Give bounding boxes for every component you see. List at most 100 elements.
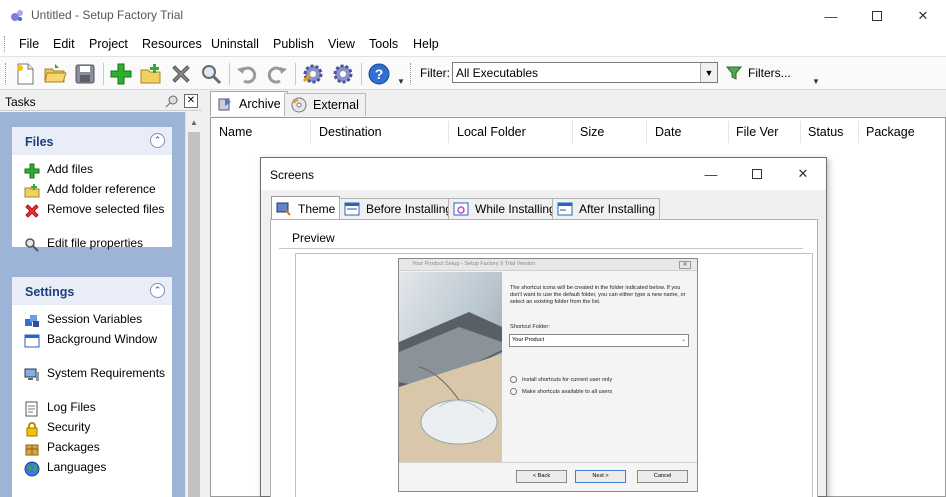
add-icon xyxy=(110,63,132,85)
tab-archive[interactable]: Archive xyxy=(210,91,288,116)
menu-file[interactable]: File xyxy=(19,37,39,51)
redo-icon xyxy=(267,66,287,84)
menu-help[interactable]: Help xyxy=(413,37,439,51)
save-button[interactable] xyxy=(72,61,98,87)
menu-project[interactable]: Project xyxy=(89,37,128,51)
build-button[interactable] xyxy=(300,61,326,87)
menu-edit[interactable]: Edit xyxy=(53,37,75,51)
window-title: Untitled - Setup Factory Trial xyxy=(31,8,184,22)
menu-publish[interactable]: Publish xyxy=(273,37,314,51)
files-group-header[interactable]: Files ⌃ xyxy=(12,127,172,155)
tab-label: After Installing xyxy=(579,202,656,216)
add-folder-button[interactable] xyxy=(138,61,164,87)
task-security[interactable]: Security xyxy=(24,420,167,437)
task-remove-selected-files[interactable]: Remove selected files xyxy=(24,202,167,219)
filters-label: Filters... xyxy=(748,66,791,80)
tasks-scrollbar[interactable]: ▲ xyxy=(185,112,202,497)
menu-tools[interactable]: Tools xyxy=(369,37,398,51)
new-project-button[interactable] xyxy=(12,61,38,87)
filters-button[interactable]: Filters... xyxy=(726,62,791,84)
globe-icon xyxy=(24,461,40,477)
column-header-name[interactable]: Name xyxy=(219,125,252,139)
preview-groupbox-line xyxy=(279,248,803,249)
settings-group-title: Settings xyxy=(25,285,75,299)
column-separator[interactable] xyxy=(800,121,801,143)
menu-resources[interactable]: Resources xyxy=(142,37,202,51)
menu-grip[interactable] xyxy=(4,36,7,52)
column-separator[interactable] xyxy=(858,121,859,143)
tab-theme[interactable]: Theme xyxy=(271,196,341,220)
minimize-button[interactable]: — xyxy=(808,0,854,32)
column-separator[interactable] xyxy=(646,121,647,143)
task-edit-file-properties[interactable]: Edit file properties xyxy=(24,236,167,253)
dialog-close-button[interactable]: ✕ xyxy=(780,158,826,190)
task-languages[interactable]: Languages xyxy=(24,460,167,477)
help-button[interactable]: ? xyxy=(366,61,392,87)
column-header-date[interactable]: Date xyxy=(655,125,681,139)
tasks-close-button[interactable]: ✕ xyxy=(184,94,198,108)
open-project-button[interactable] xyxy=(42,61,68,87)
task-add-folder-reference[interactable]: Add folder reference xyxy=(24,182,167,199)
menu-uninstall[interactable]: Uninstall xyxy=(211,37,259,51)
task-add-files[interactable]: Add files xyxy=(24,162,167,179)
dialog-maximize-button[interactable] xyxy=(734,158,780,190)
maximize-button[interactable] xyxy=(854,0,900,32)
tab-before-installing[interactable]: Before Installing xyxy=(339,198,458,219)
scroll-up-icon[interactable]: ▲ xyxy=(190,118,198,127)
preview-folder-value: Your Product xyxy=(512,337,545,343)
maximize-icon xyxy=(752,169,762,179)
remove-button[interactable] xyxy=(168,61,194,87)
column-header-size[interactable]: Size xyxy=(580,125,604,139)
column-separator[interactable] xyxy=(448,121,449,143)
column-separator[interactable] xyxy=(728,121,729,143)
task-label: Background Window xyxy=(47,332,158,346)
dialog-title-bar[interactable]: Screens — ✕ xyxy=(261,158,826,190)
add-files-button[interactable] xyxy=(108,61,134,87)
column-separator[interactable] xyxy=(310,121,311,143)
filter-dropdown[interactable]: All Executables ▼ xyxy=(452,62,718,83)
redo-button[interactable] xyxy=(264,61,290,87)
task-log-files[interactable]: Log Files xyxy=(24,400,167,417)
task-session-variables[interactable]: Session Variables xyxy=(24,312,167,329)
tab-while-installing[interactable]: While Installing xyxy=(448,198,561,219)
undo-button[interactable] xyxy=(234,61,260,87)
window-icon xyxy=(24,334,40,348)
settings-group: Settings ⌃ Session Variables Background … xyxy=(12,277,172,497)
preview-title-bar: Your Product Setup - Setup Factory 9 Tri… xyxy=(399,259,697,271)
column-header-status[interactable]: Status xyxy=(808,125,843,139)
collapse-icon[interactable]: ⌃ xyxy=(150,133,165,148)
log-file-icon xyxy=(25,401,38,417)
tab-external[interactable]: External xyxy=(284,93,366,116)
column-separator[interactable] xyxy=(572,121,573,143)
toolbar-overflow-arrow[interactable]: ▼ xyxy=(397,77,405,86)
preview-next-button: Next > xyxy=(575,470,626,483)
task-background-window[interactable]: Background Window xyxy=(24,332,167,349)
chevron-down-icon[interactable]: ▼ xyxy=(700,63,717,82)
task-packages[interactable]: Packages xyxy=(24,440,167,457)
publish-button[interactable] xyxy=(330,61,356,87)
theme-icon xyxy=(276,202,291,216)
close-button[interactable]: ✕ xyxy=(900,0,946,32)
task-system-requirements[interactable]: System Requirements xyxy=(24,366,167,383)
collapse-icon[interactable]: ⌃ xyxy=(150,283,165,298)
filter-funnel-icon xyxy=(726,66,742,80)
app-icon xyxy=(11,10,23,21)
column-header-local-folder[interactable]: Local Folder xyxy=(457,125,526,139)
column-header-destination[interactable]: Destination xyxy=(319,125,382,139)
tab-after-installing[interactable]: After Installing xyxy=(552,198,661,219)
title-bar: Untitled - Setup Factory Trial — ✕ xyxy=(0,0,946,32)
scroll-thumb[interactable] xyxy=(188,132,200,497)
pin-icon[interactable] xyxy=(165,94,179,108)
column-header-package[interactable]: Package xyxy=(866,125,915,139)
menu-view[interactable]: View xyxy=(328,37,355,51)
files-group-title: Files xyxy=(25,135,54,149)
dialog-minimize-button[interactable]: — xyxy=(688,158,734,190)
column-header-file-ver[interactable]: File Ver xyxy=(736,125,778,139)
filter-toolbar-grip[interactable] xyxy=(410,63,413,85)
properties-button[interactable] xyxy=(198,61,224,87)
settings-group-header[interactable]: Settings ⌃ xyxy=(12,277,172,305)
package-icon xyxy=(25,444,39,456)
filter-toolbar-overflow-arrow[interactable]: ▼ xyxy=(812,77,820,86)
minimize-icon: — xyxy=(824,8,838,24)
toolbar-grip[interactable] xyxy=(5,63,8,85)
